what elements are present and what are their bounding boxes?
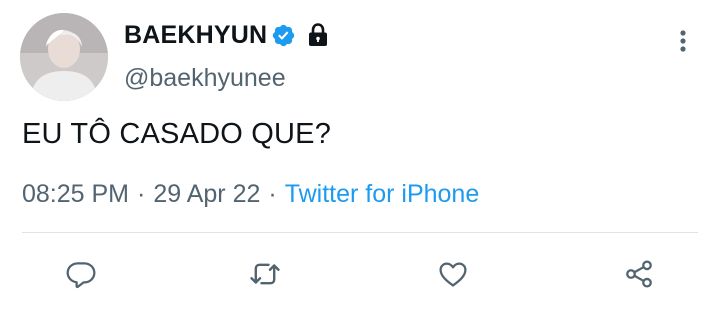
reply-button[interactable]	[61, 254, 101, 294]
tweet-time[interactable]: 08:25 PM	[22, 180, 129, 208]
like-icon	[439, 262, 467, 287]
verified-badge-icon	[273, 24, 295, 46]
share-button[interactable]	[619, 254, 659, 294]
more-vertical-icon	[680, 30, 686, 52]
user-handle[interactable]: @baekhyunee	[124, 64, 286, 93]
tweet-meta: 08:25 PM · 29 Apr 22 · Twitter for iPhone	[22, 180, 479, 209]
author-name-row: BAEKHYUN	[124, 18, 330, 52]
tweet-source-link[interactable]: Twitter for iPhone	[285, 180, 480, 208]
avatar[interactable]	[20, 13, 108, 101]
tweet-card: BAEKHYUN @baekhyunee EU TÔ CASADO QUE? 0…	[0, 0, 720, 310]
tweet-actions	[0, 254, 720, 298]
retweet-icon	[250, 263, 280, 285]
share-icon	[626, 260, 652, 288]
meta-separator: ·	[268, 180, 277, 208]
reply-icon	[66, 262, 96, 289]
like-button[interactable]	[433, 254, 473, 294]
tweet-date[interactable]: 29 Apr 22	[153, 180, 260, 208]
divider	[22, 232, 698, 233]
meta-separator: ·	[137, 180, 146, 208]
display-name[interactable]: BAEKHYUN	[124, 21, 267, 50]
avatar-image	[20, 13, 108, 101]
more-options-button[interactable]	[672, 24, 694, 58]
tweet-text: EU TÔ CASADO QUE?	[22, 118, 332, 150]
lock-icon	[309, 23, 328, 46]
retweet-button[interactable]	[245, 254, 285, 294]
